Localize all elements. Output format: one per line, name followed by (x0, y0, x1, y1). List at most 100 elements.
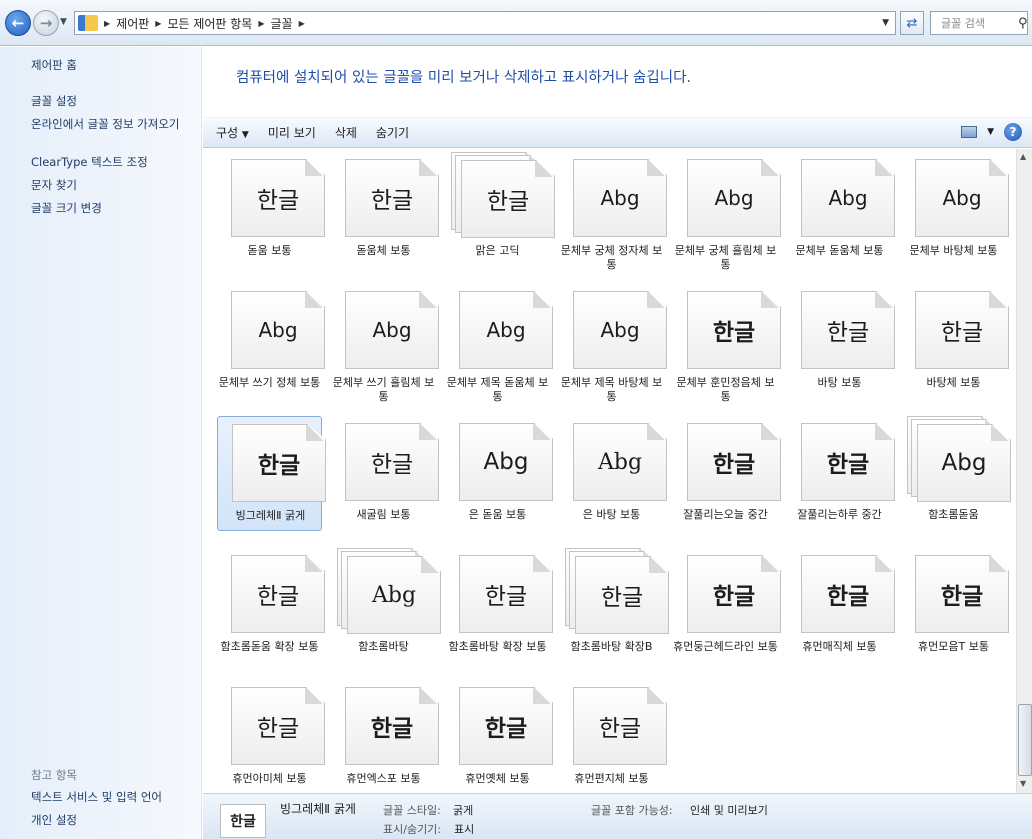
selected-font-name: 빙그레체Ⅱ 굵게 (280, 802, 356, 816)
preview-button[interactable]: 미리 보기 (268, 124, 316, 141)
sidebar-link-text-services[interactable]: 텍스트 서비스 및 입력 언어 (31, 790, 196, 805)
chevron-right-icon[interactable]: ▶ (155, 19, 161, 28)
sidebar-link-cleartype[interactable]: ClearType 텍스트 조정 (31, 155, 196, 170)
font-item[interactable]: 한글 잘풀리는오늘 중간 (673, 416, 781, 531)
hide-button[interactable]: 숨기기 (376, 124, 409, 141)
delete-button[interactable]: 삭제 (335, 124, 357, 141)
font-item[interactable]: Abg 문체부 쓰기 정체 보통 (217, 284, 325, 399)
font-item[interactable]: 한글 함초롬돋움 확장 보통 (217, 548, 325, 663)
font-sample-text: Abg (483, 449, 529, 475)
font-file-icon: 한글 (232, 424, 326, 502)
font-file-icon: Abg (347, 556, 441, 634)
sidebar-link-font-settings[interactable]: 글꼴 설정 (31, 94, 196, 109)
search-box[interactable]: ⚲ (930, 11, 1028, 35)
font-item[interactable]: 한글 돋움 보통 (217, 152, 325, 267)
font-item[interactable]: 한글 휴먼옛체 보통 (445, 680, 553, 793)
font-item[interactable]: 한글돋움체 보통 (331, 152, 439, 267)
sidebar-link-char-map[interactable]: 문자 찾기 (31, 178, 196, 193)
font-file-icon: 한글 (687, 555, 781, 633)
font-item[interactable]: Abg 문체부 제목 바탕체 보통 (559, 284, 667, 403)
font-item[interactable]: 한글 휴먼모음T 보통 (901, 548, 1009, 663)
embeddability-value: 인쇄 및 미리보기 (690, 804, 768, 817)
font-item[interactable]: 한글 휴먼매직체 보통 (787, 548, 895, 663)
vertical-scrollbar[interactable]: ▲ ▼ (1016, 149, 1032, 793)
chevron-right-icon[interactable]: ▶ (258, 19, 264, 28)
font-item[interactable]: 한글 맑은 고딕 (445, 152, 555, 267)
sidebar-link-personalize[interactable]: 개인 설정 (31, 813, 196, 828)
font-sample-text: Abg (258, 318, 298, 342)
back-button[interactable]: ← (5, 10, 31, 36)
font-item[interactable]: 한글바탕 보통 (787, 284, 895, 399)
font-item[interactable]: Abg 은 돋움 보통 (445, 416, 553, 531)
font-item[interactable]: 한글 함초롬바탕 확장B (559, 548, 669, 663)
chevron-down-icon: ▼ (241, 130, 249, 140)
font-item[interactable]: 한글 휴먼둥근헤드라인 보통 (673, 548, 781, 663)
page-description: 컴퓨터에 설치되어 있는 글꼴을 미리 보거나 삭제하고 표시하거나 숨깁니다. (236, 70, 692, 86)
organize-button[interactable]: 구성 ▼ (216, 124, 249, 141)
refresh-button[interactable]: ⇄ (900, 11, 924, 35)
scroll-down-icon[interactable]: ▼ (1020, 779, 1026, 788)
font-file-icon: 한글 (687, 291, 781, 369)
help-icon[interactable]: ? (1004, 123, 1022, 141)
font-file-icon: Abg (573, 423, 667, 501)
sidebar-home-link[interactable]: 제어판 홈 (31, 58, 196, 73)
font-item[interactable]: 한글 휴먼편지체 보통 (559, 680, 667, 793)
font-name-label: 문체부 쓰기 정체 보통 (218, 376, 321, 389)
recent-pages-dropdown[interactable]: ▼ (60, 17, 67, 27)
font-item[interactable]: 한글 문체부 훈민정음체 보통 (673, 284, 781, 403)
address-path[interactable]: ▶ 제어판 ▶ 모든 제어판 항목 ▶ 글꼴 ▶ ▼ (74, 11, 896, 35)
font-name-label: 바탕 보통 (817, 376, 862, 389)
font-sample-text: 한글 (486, 189, 530, 215)
forward-button[interactable]: → (33, 10, 59, 36)
chevron-right-icon[interactable]: ▶ (104, 19, 110, 28)
scroll-up-icon[interactable]: ▲ (1020, 152, 1026, 161)
breadcrumb-all-items[interactable]: 모든 제어판 항목 (167, 15, 252, 32)
font-file-icon: 한글 (231, 555, 325, 633)
embeddability-label: 글꼴 포함 가능성: (591, 804, 673, 817)
breadcrumb-control-panel[interactable]: 제어판 (116, 15, 149, 32)
font-item[interactable]: 한글 빙그레체Ⅱ 굵게 (217, 416, 326, 531)
font-file-icon: 한글 (801, 291, 895, 369)
page-fold (991, 425, 1010, 441)
font-item[interactable]: Abg 문체부 제목 돋움체 보통 (445, 284, 553, 403)
font-item[interactable]: Abg 문체부 바탕체 보통 (901, 152, 1009, 267)
page-fold (419, 160, 438, 176)
font-item[interactable]: Abg 함초롬돋움 (901, 416, 1011, 531)
page-fold (761, 556, 780, 572)
font-name-label: 문체부 궁체 정자체 보통 (560, 244, 663, 271)
font-file-icon: 한글 (459, 687, 553, 765)
search-input[interactable] (941, 16, 1017, 30)
font-name-label: 문체부 돋움체 보통 (795, 244, 884, 257)
search-icon[interactable]: ⚲ (1018, 16, 1028, 31)
font-file-icon: Abg (459, 291, 553, 369)
font-sample-text: 한글 (370, 188, 414, 214)
font-item[interactable]: Abg 함초롬바탕 (331, 548, 441, 663)
font-item[interactable]: Abg 문체부 궁체 정자체 보통 (559, 152, 667, 271)
font-item[interactable]: 한글 바탕체 보통 (901, 284, 1009, 399)
font-item[interactable]: Abg 은 바탕 보통 (559, 416, 667, 531)
sidebar-link-font-size[interactable]: 글꼴 크기 변경 (31, 201, 196, 216)
font-name-label: 돋움체 보통 (356, 244, 411, 257)
chevron-down-icon[interactable]: ▼ (882, 18, 889, 28)
command-bar: 구성 ▼ 미리 보기 삭제 숨기기 ▼ ? (203, 117, 1032, 148)
chevron-right-icon[interactable]: ▶ (299, 19, 305, 28)
font-item[interactable]: 한글 새굴림 보통 (331, 416, 439, 531)
page-fold (535, 161, 554, 177)
font-item[interactable]: 한글 휴먼엑스포 보통 (331, 680, 439, 793)
font-sample-text: 한글 (600, 585, 644, 611)
font-item[interactable]: 한글 휴먼아미체 보통 (217, 680, 325, 793)
font-file-icon: 한글 (915, 291, 1009, 369)
scrollbar-thumb[interactable] (1018, 704, 1032, 776)
sidebar-link-online-info[interactable]: 온라인에서 글꼴 정보 가져오기 (31, 117, 196, 132)
font-item[interactable]: 한글 함초롬바탕 확장 보통 (445, 548, 553, 663)
font-item[interactable]: Abg 문체부 돋움체 보통 (787, 152, 895, 267)
change-view-icon[interactable] (961, 126, 978, 138)
font-item[interactable]: Abg 문체부 궁체 흘림체 보통 (673, 152, 781, 271)
page-fold (647, 688, 666, 704)
page-fold (761, 292, 780, 308)
font-item[interactable]: Abg 문체부 쓰기 흘림체 보통 (331, 284, 439, 403)
page-fold (761, 160, 780, 176)
breadcrumb-fonts[interactable]: 글꼴 (271, 15, 293, 32)
font-item[interactable]: 한글 잘풀리는하루 중간 (787, 416, 895, 531)
chevron-down-icon[interactable]: ▼ (987, 127, 994, 137)
